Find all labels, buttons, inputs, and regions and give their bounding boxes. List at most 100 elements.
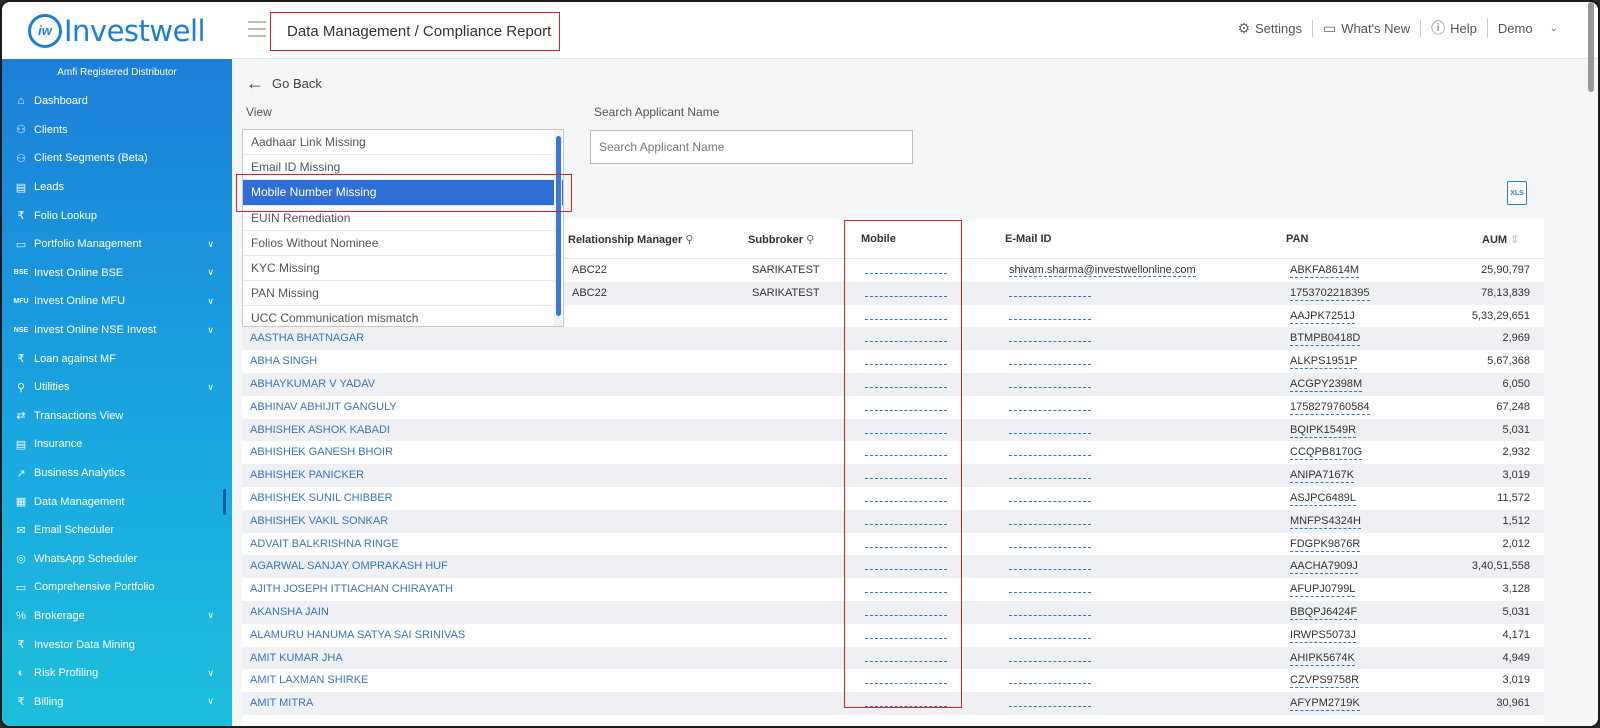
- column-header-pan[interactable]: PAN: [1286, 233, 1308, 245]
- mobile-cell[interactable]: [865, 399, 947, 411]
- applicant-name-link[interactable]: ABHINAV ABHIJIT GANGULY: [250, 401, 397, 413]
- mobile-cell[interactable]: [865, 695, 947, 708]
- applicant-name-link[interactable]: AJITH JOSEPH ITTIACHAN CHIRAYATH: [250, 583, 453, 595]
- email-placeholder[interactable]: [1009, 513, 1091, 525]
- sidebar-item-brokerage[interactable]: % Brokerage ∨: [2, 602, 232, 631]
- email-placeholder[interactable]: [1009, 581, 1091, 594]
- applicant-name-link[interactable]: ABHISHEK GANESH BHOIR: [250, 446, 393, 458]
- email-placeholder[interactable]: [1009, 627, 1091, 639]
- dropdown-option[interactable]: EUIN Remediation: [243, 206, 563, 231]
- sidebar-item-client-segments-beta[interactable]: ⚇ Client Segments (Beta): [2, 144, 232, 173]
- applicant-name-link[interactable]: AMIT MITRA: [250, 697, 313, 709]
- sidebar-item-loan-against-mf[interactable]: ₹ Loan against MF: [2, 344, 232, 373]
- mobile-cell[interactable]: [865, 308, 947, 320]
- mobile-cell[interactable]: [865, 444, 947, 457]
- email-placeholder[interactable]: [1009, 650, 1091, 662]
- email-placeholder[interactable]: [1009, 490, 1091, 502]
- email-placeholder[interactable]: [1009, 444, 1091, 457]
- applicant-name-link[interactable]: ABHISHEK SUNIL CHIBBER: [250, 492, 393, 504]
- sidebar-item-risk-profiling[interactable]: ◐ Risk Profiling ∨: [2, 659, 232, 688]
- search-input[interactable]: [590, 130, 913, 164]
- pan-cell[interactable]: ALKPS1951P: [1290, 355, 1358, 370]
- mobile-cell[interactable]: [865, 581, 947, 594]
- mobile-cell[interactable]: [865, 467, 947, 480]
- email-placeholder[interactable]: [1009, 330, 1091, 343]
- dropdown-option[interactable]: Mobile Number Missing: [243, 180, 563, 206]
- applicant-name-link[interactable]: ABHISHEK PANICKER: [250, 469, 364, 481]
- applicant-name-link[interactable]: AKANSHA JAIN: [250, 606, 329, 618]
- email-placeholder[interactable]: [1009, 558, 1091, 571]
- logo[interactable]: iw Investwell: [2, 2, 232, 59]
- pan-cell[interactable]: AHIPK5674K: [1290, 652, 1355, 666]
- page-scrollbar[interactable]: [1588, 2, 1594, 92]
- applicant-name-link[interactable]: AASTHA BHATNAGAR: [250, 332, 364, 344]
- go-back-link[interactable]: ← Go Back: [246, 73, 322, 94]
- user-menu[interactable]: Demo ⌄: [1488, 21, 1568, 36]
- sidebar-item-investor-data-mining[interactable]: ₹ Investor Data Mining: [2, 630, 232, 659]
- pan-cell[interactable]: MNFPS4324H: [1290, 515, 1361, 529]
- email-placeholder[interactable]: [1009, 399, 1091, 411]
- mobile-cell[interactable]: [865, 627, 947, 639]
- pan-cell[interactable]: AAJPK7251J: [1290, 310, 1355, 324]
- applicant-name-link[interactable]: ALAMURU HANUMA SATYA SAI SRINIVAS: [250, 629, 465, 641]
- pan-cell[interactable]: AFUPJ0799L: [1290, 583, 1356, 598]
- search-icon[interactable]: ⚲: [685, 234, 693, 246]
- sidebar-item-insurance[interactable]: ▤ Insurance: [2, 430, 232, 459]
- whats-new-link[interactable]: ▭ What's New: [1313, 19, 1422, 37]
- pan-cell[interactable]: 1753702218395: [1290, 287, 1370, 301]
- pan-cell[interactable]: ABKFA8614M: [1290, 264, 1360, 278]
- applicant-name-link[interactable]: ADVAIT BALKRISHNA RINGE: [250, 538, 399, 550]
- applicant-name-link[interactable]: AMIT KUMAR JHA: [250, 652, 343, 664]
- email-placeholder[interactable]: [1009, 308, 1091, 320]
- sidebar-item-email-scheduler[interactable]: ✉ Email Scheduler: [2, 516, 232, 545]
- mobile-cell[interactable]: [865, 490, 947, 502]
- pan-cell[interactable]: AFYPM2719K: [1290, 697, 1360, 712]
- email-cell[interactable]: shivam.sharma@investwellonline.com: [1009, 264, 1196, 277]
- column-header-mobile[interactable]: Mobile: [861, 233, 896, 245]
- mobile-cell[interactable]: [865, 422, 947, 434]
- mobile-cell[interactable]: [865, 330, 947, 343]
- dropdown-option[interactable]: Folios Without Nominee: [243, 231, 563, 256]
- applicant-name-link[interactable]: ABHA SINGH: [250, 355, 317, 367]
- sidebar-item-invest-online-nse-invest[interactable]: NSE Invest Online NSE Invest ∨: [2, 316, 232, 345]
- email-placeholder[interactable]: [1009, 467, 1091, 480]
- pan-cell[interactable]: AACHA7909J: [1290, 560, 1358, 575]
- email-placeholder[interactable]: [1009, 695, 1091, 708]
- pan-cell[interactable]: BQIPK1549R: [1290, 424, 1357, 438]
- menu-icon[interactable]: [248, 21, 266, 37]
- sidebar-item-leads[interactable]: ▤ Leads: [2, 173, 232, 202]
- pan-cell[interactable]: CCQPB8170G: [1290, 446, 1363, 461]
- sidebar-item-folio-lookup[interactable]: ₹ Folio Lookup: [2, 201, 232, 230]
- sidebar-item-portfolio-management[interactable]: ▭ Portfolio Management ∨: [2, 230, 232, 259]
- sidebar-item-invest-online-mfu[interactable]: MFU Invest Online MFU ∨: [2, 287, 232, 316]
- pan-cell[interactable]: ASJPC6489L: [1290, 492, 1357, 506]
- sidebar-item-billing[interactable]: ₹ Billing ∨: [2, 687, 232, 716]
- email-placeholder[interactable]: [1009, 604, 1091, 616]
- applicant-name-link[interactable]: ABHISHEK VAKIL SONKAR: [250, 515, 388, 527]
- email-placeholder[interactable]: [1009, 285, 1091, 297]
- email-placeholder[interactable]: [1009, 376, 1091, 388]
- pan-cell[interactable]: ANIPA7167K: [1290, 469, 1355, 484]
- dropdown-option[interactable]: PAN Missing: [243, 281, 563, 307]
- pan-cell[interactable]: FDGPK9876R: [1290, 538, 1361, 552]
- mobile-cell[interactable]: [865, 536, 947, 548]
- pan-cell[interactable]: ACGPY2398M: [1290, 378, 1363, 392]
- column-header-rm[interactable]: Relationship Manager ⚲: [568, 233, 693, 246]
- pan-cell[interactable]: CZVPS9758R: [1290, 674, 1360, 689]
- dropdown-option[interactable]: Email ID Missing: [243, 155, 563, 181]
- sidebar-item-invest-online-bse[interactable]: BSE Invest Online BSE ∨: [2, 259, 232, 288]
- mobile-cell[interactable]: [865, 558, 947, 571]
- applicant-name-link[interactable]: ABHISHEK ASHOK KABADI: [250, 424, 390, 436]
- sidebar-item-business-analytics[interactable]: ↗ Business Analytics: [2, 459, 232, 488]
- applicant-name-link[interactable]: AMIT LAXMAN SHIRKE: [250, 674, 368, 686]
- mobile-cell[interactable]: [865, 513, 947, 525]
- dropdown-option[interactable]: Aadhaar Link Missing: [243, 130, 563, 156]
- mobile-cell[interactable]: [865, 262, 947, 274]
- help-link[interactable]: ⓘ Help: [1421, 18, 1488, 38]
- email-placeholder[interactable]: [1009, 353, 1091, 366]
- dropdown-option[interactable]: UCC Communication mismatch: [243, 306, 563, 326]
- view-dropdown[interactable]: Aadhaar Link Missing Email ID Missing Mobi…: [242, 129, 564, 327]
- mobile-cell[interactable]: [865, 376, 947, 388]
- dropdown-scroll-thumb[interactable]: [556, 136, 561, 316]
- sidebar-item-utilities[interactable]: ⚲ Utilities ∨: [2, 373, 232, 402]
